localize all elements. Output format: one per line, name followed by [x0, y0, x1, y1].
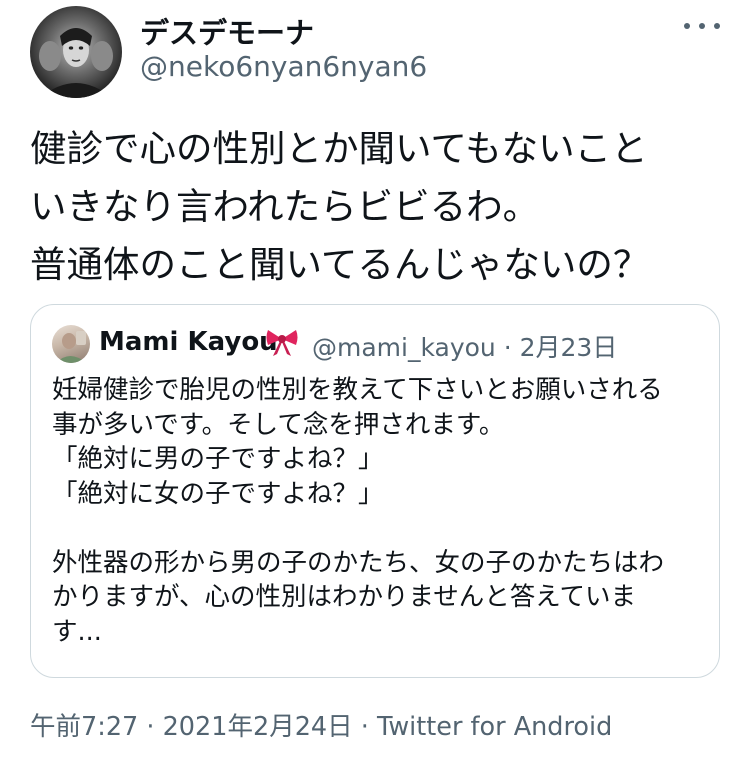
author-avatar[interactable] [30, 6, 122, 98]
quoted-text-line: かりますが、心の性別はわかりませんと答えていま [52, 582, 636, 612]
dot [714, 23, 720, 29]
quoted-text-line: 「絶対に男の子ですよね？」 [52, 444, 384, 474]
quoted-text-line: 外性器の形から男の子のかたち、女の子のかたちはわ [52, 547, 665, 578]
quoted-text-line: 「絶対に女の子ですよね？」 [52, 478, 384, 509]
author-handle[interactable]: @neko6nyan6nyan6 [140, 50, 427, 83]
quoted-text-line: 事が多いです。そして念を押されます。 [52, 409, 505, 440]
dot [699, 23, 705, 29]
tweet-timestamp-and-source[interactable]: 午前7:27 · 2021年2月24日 · Twitter for Androi… [30, 706, 612, 743]
tweet-text-line: いきなり言われたらビビるわ。 [30, 185, 540, 228]
tweet-text: 健診で心の性別とか聞いてもないこと いきなり言われたらビビるわ。 普通体のこと聞… [30, 120, 720, 294]
quoted-handle-and-date: @mami_kayou · 2月23日 [312, 333, 618, 362]
quoted-author-name: Mami Kayou [99, 327, 278, 357]
quoted-tweet-card[interactable]: Mami Kayou @mami_kayou · 2月23日 妊婦健診で胎児の性… [30, 304, 720, 678]
author-display-name[interactable]: デスデモーナ [140, 10, 314, 52]
tweet: デスデモーナ @neko6nyan6nyan6 健診で心の性別とか聞いてもないこ… [0, 0, 750, 759]
quoted-text-line: す... [52, 616, 102, 647]
tweet-text-line: 普通体のこと聞いてるんじゃないの？ [30, 243, 650, 286]
quoted-text-line [52, 511, 702, 546]
quoted-text-line: 妊婦健診で胎児の性別を教えて下さいとお願いされる [52, 375, 663, 405]
more-options-icon[interactable] [684, 14, 720, 38]
ribbon-icon [265, 327, 299, 361]
dot [684, 23, 690, 29]
tweet-text-line: 健診で心の性別とか聞いてもないこと [30, 127, 648, 170]
quoted-tweet-text: 妊婦健診で胎児の性別を教えて下さいとお願いされる 事が多いです。そして念を押され… [52, 373, 702, 649]
quoted-author-avatar [52, 325, 90, 363]
